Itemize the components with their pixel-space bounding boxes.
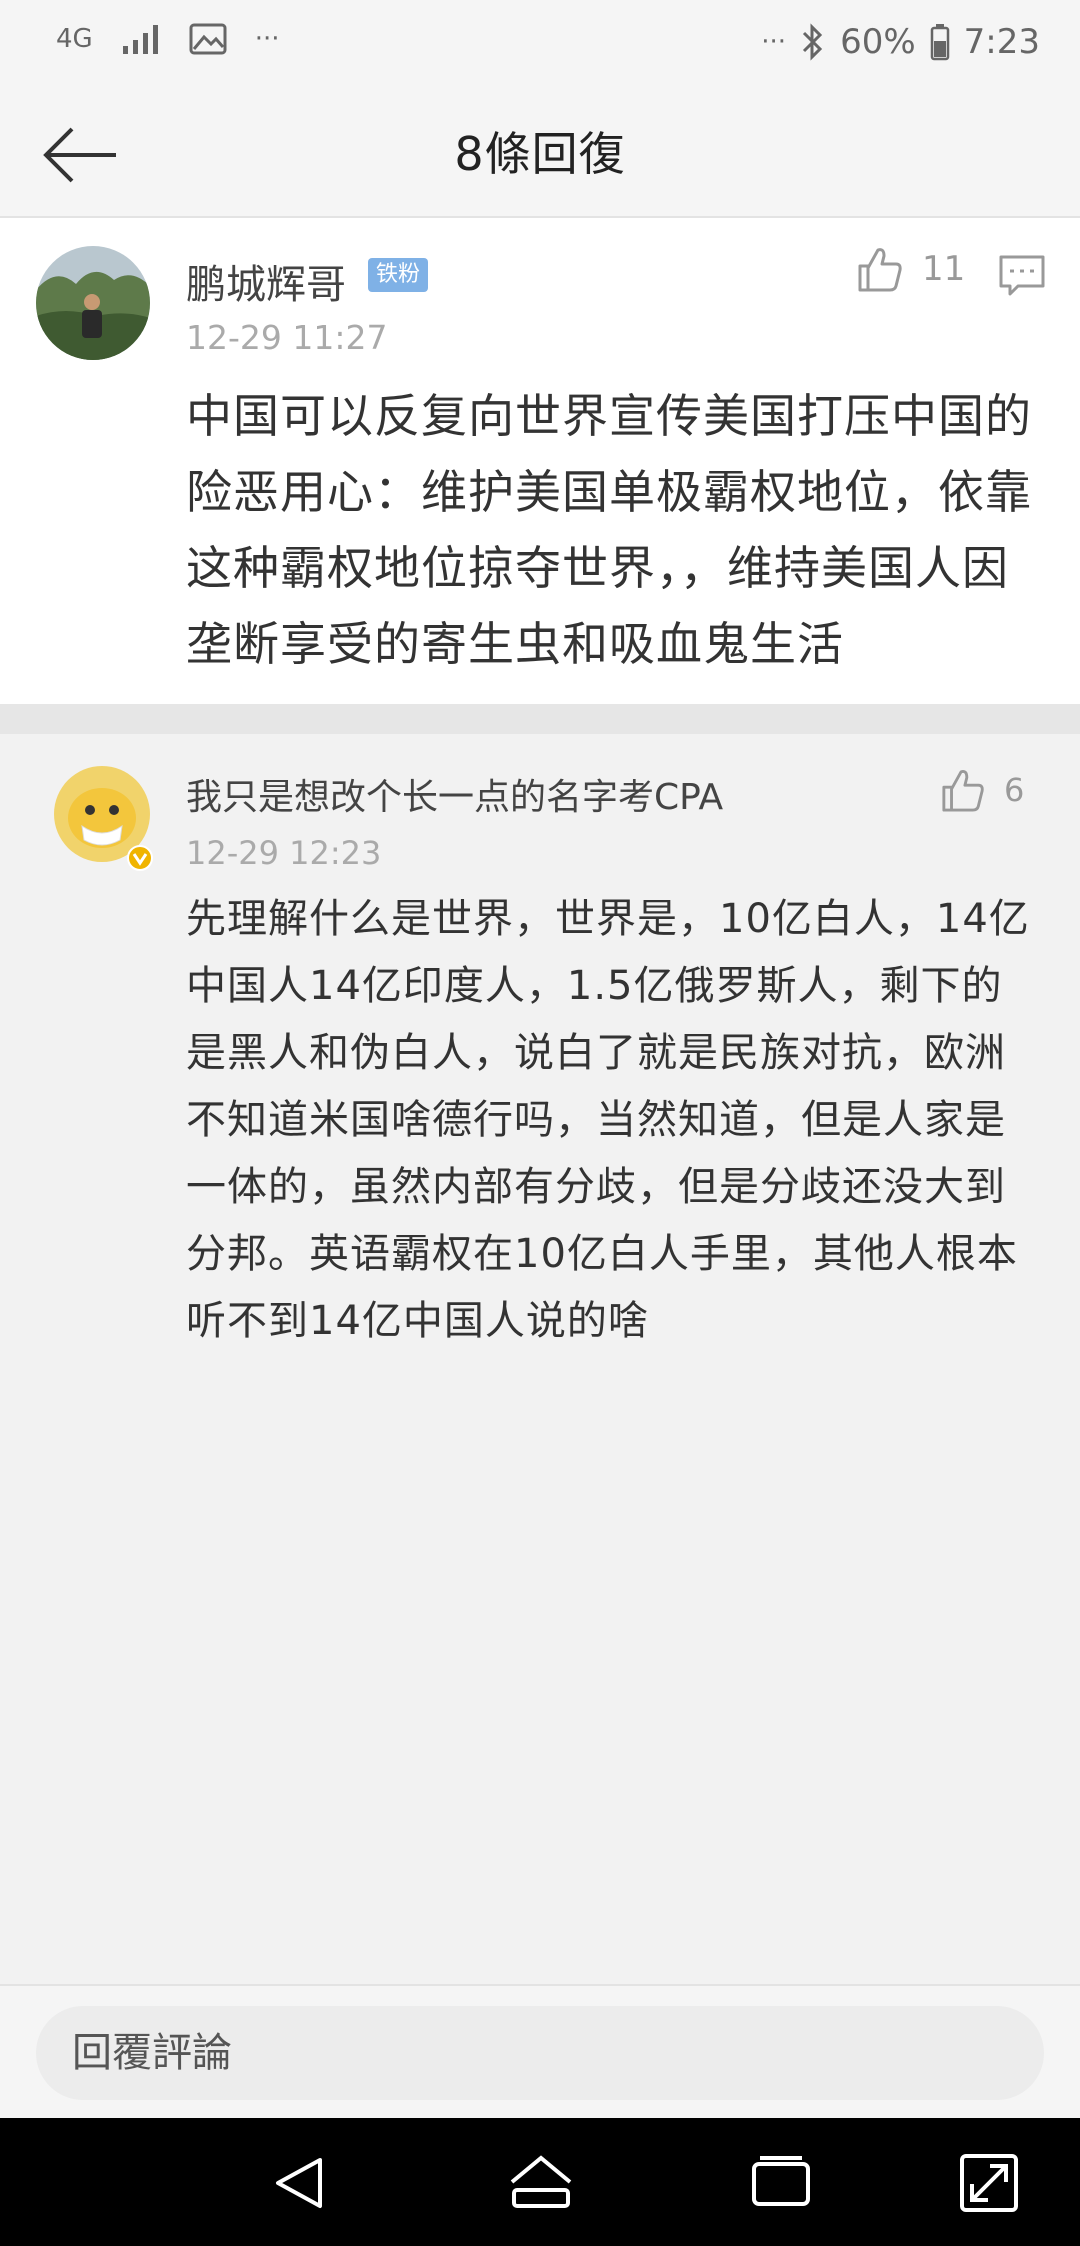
- comment-text: 中国可以反复向世界宣传美国打压中国的险恶用心：维护美国单极霸权地位，依靠这种霸权…: [186, 389, 1032, 671]
- more-left-icon: ···: [254, 24, 280, 54]
- nav-recents-icon[interactable]: [746, 2148, 816, 2218]
- status-bar: 4G ··· ··· 60% 7:23: [0, 0, 1080, 90]
- reply-bar: 回覆評論: [0, 1984, 1080, 2118]
- username[interactable]: 鹏城辉哥: [186, 252, 346, 310]
- bluetooth-icon: [803, 23, 823, 61]
- like-count: 6: [1004, 771, 1025, 809]
- clock: 7:23: [963, 22, 1040, 62]
- thumbs-up-icon: [942, 770, 984, 812]
- image-icon: [189, 23, 227, 55]
- comment-item: 我只是想改个长一点的名字考CPA 12-29 12:23 6 先理解什么是世界，…: [0, 734, 1080, 1384]
- reply-input[interactable]: 回覆評論: [36, 2006, 1044, 2100]
- nav-back-icon[interactable]: [264, 2148, 334, 2218]
- thumbs-up-icon: [858, 248, 902, 292]
- divider: [0, 704, 1080, 734]
- like-count: 11: [922, 249, 966, 289]
- comment-bubble-icon[interactable]: [998, 254, 1046, 298]
- status-right: ··· 60% 7:23: [761, 22, 1040, 62]
- screen: 4G ··· ··· 60% 7:23 8條回復 鹏城辉哥 铁粉 12-29 1…: [0, 0, 1080, 2246]
- verified-badge-icon: [127, 845, 153, 871]
- comment-text: 先理解什么是世界，世界是，10亿白人，14亿中国人14亿印度人，1.5亿俄罗斯人…: [186, 896, 1030, 1344]
- battery-icon: [930, 24, 949, 61]
- nav-bar: [0, 2118, 1080, 2246]
- comment-time: 12-29 12:23: [186, 834, 382, 872]
- like-button[interactable]: 6: [940, 768, 1024, 812]
- comment-time: 12-29 11:27: [186, 318, 388, 357]
- more-right-icon: ···: [761, 27, 787, 57]
- signal-icon: [122, 25, 158, 54]
- nav-home-icon[interactable]: [506, 2148, 576, 2218]
- battery-percent: 60%: [840, 22, 916, 62]
- comment-item: 鹏城辉哥 铁粉 12-29 11:27 11 中国可以反复向世界宣传美国打压中国…: [0, 218, 1080, 704]
- status-left: 4G ···: [56, 22, 280, 56]
- nav-expand-icon[interactable]: [954, 2148, 1024, 2218]
- avatar[interactable]: [36, 246, 150, 360]
- header: 8條回復: [0, 90, 1080, 218]
- like-button[interactable]: 11: [856, 246, 965, 292]
- network-type: 4G: [56, 24, 93, 54]
- fan-badge: 铁粉: [368, 258, 429, 292]
- page-title: 8條回復: [454, 127, 626, 181]
- username[interactable]: 我只是想改个长一点的名字考CPA: [186, 768, 723, 820]
